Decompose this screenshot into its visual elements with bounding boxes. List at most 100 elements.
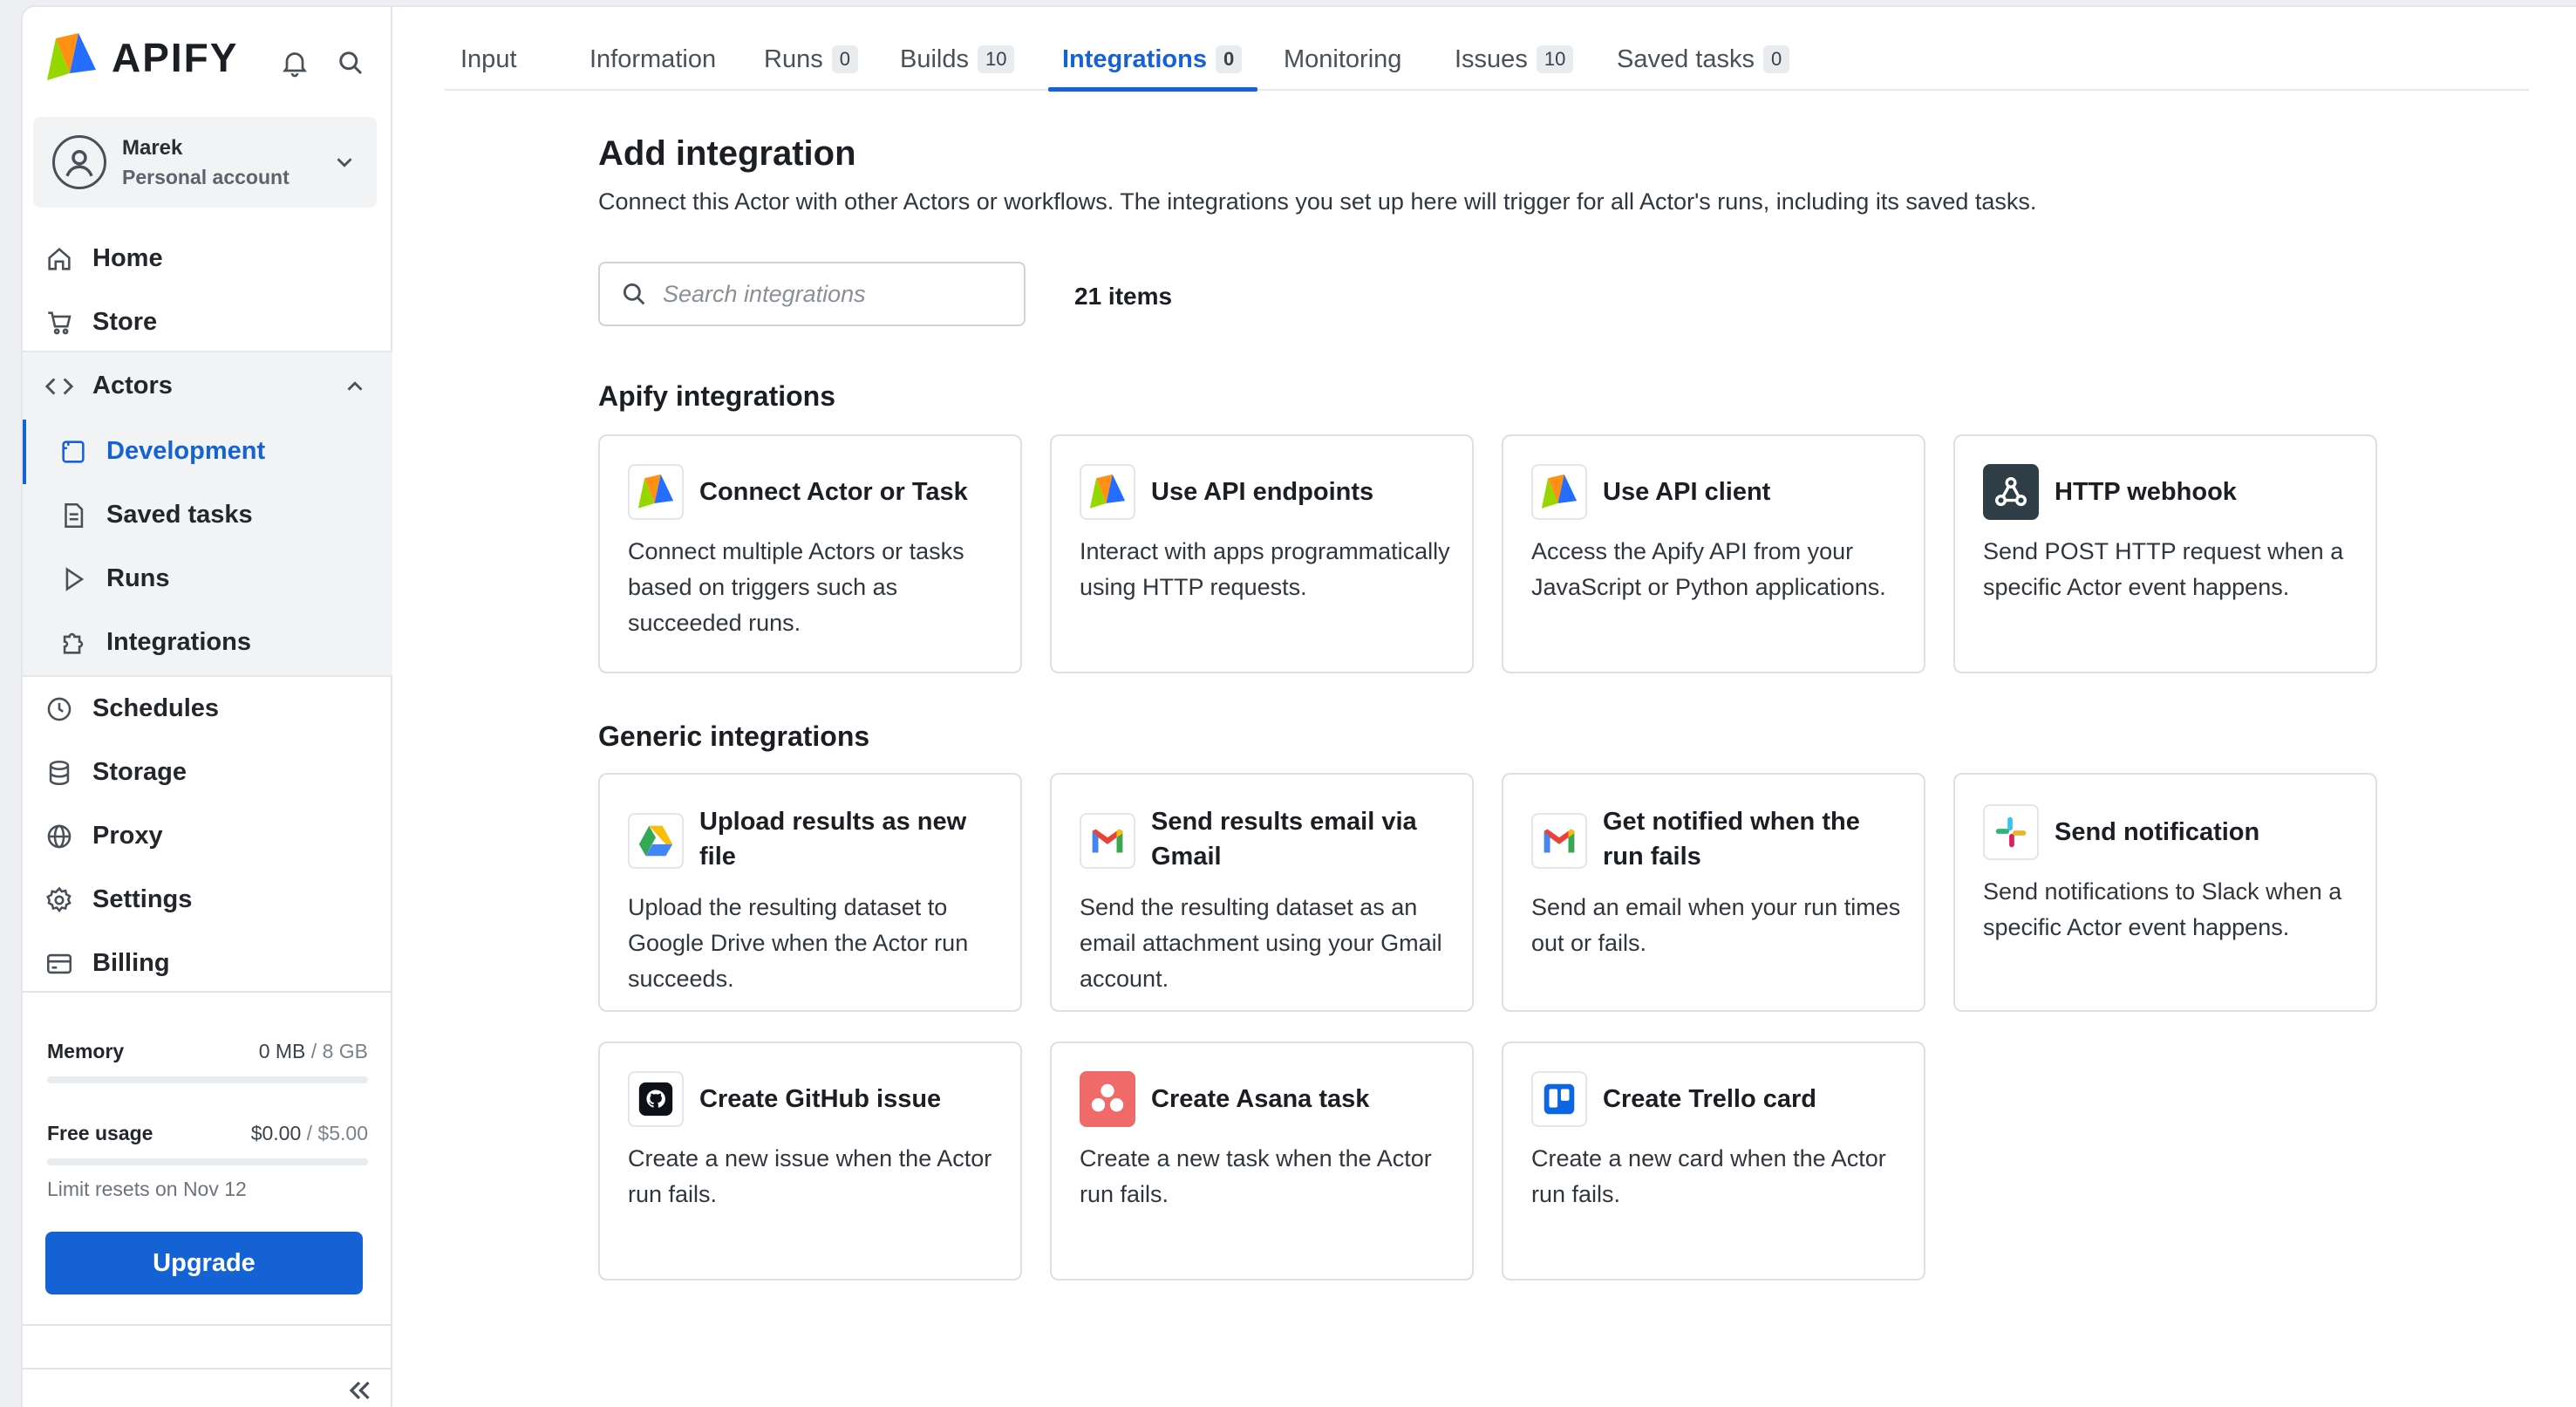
- document-icon: [58, 500, 89, 531]
- card-description: Create a new task when the Actor run fai…: [1080, 1145, 1432, 1207]
- gear-icon: [44, 884, 75, 916]
- tab-saved-tasks[interactable]: Saved tasks 0: [1617, 33, 1790, 85]
- brand-name: APIFY: [112, 35, 239, 80]
- integration-card-api-endpoints[interactable]: Use API endpoints Interact with apps pro…: [1050, 434, 1474, 673]
- integration-card-connect-actor[interactable]: Connect Actor or Task Connect multiple A…: [598, 434, 1022, 673]
- integration-card-api-client[interactable]: Use API client Access the Apify API from…: [1502, 434, 1925, 673]
- search-placeholder: Search integrations: [663, 280, 866, 307]
- card-description: Send notifications to Slack when a speci…: [1983, 878, 2342, 940]
- memory-row: Memory 0 MB / 8 GB: [47, 1040, 368, 1063]
- integration-card-http-webhook[interactable]: HTTP webhook Send POST HTTP request when…: [1953, 434, 2377, 673]
- integration-card-google-drive[interactable]: Upload results as new file Upload the re…: [598, 773, 1022, 1012]
- tab-input[interactable]: Input: [460, 33, 517, 85]
- page-title: Add integration: [598, 134, 856, 173]
- free-usage-used: $0.00: [250, 1122, 302, 1144]
- account-switcher[interactable]: Marek Personal account: [33, 117, 377, 208]
- tab-issues[interactable]: Issues 10: [1455, 33, 1574, 85]
- tab-count-badge: 10: [1536, 45, 1574, 73]
- free-usage-row: Free usage $0.00 / $5.00: [47, 1122, 368, 1145]
- integration-card-github[interactable]: Create GitHub issue Create a new issue w…: [598, 1042, 1022, 1281]
- nav-item-runs[interactable]: Runs: [23, 547, 392, 611]
- asana-icon: [1080, 1071, 1135, 1127]
- integration-card-slack[interactable]: Send notification Send notifications to …: [1953, 773, 2377, 1012]
- card-description: Upload the resulting dataset to Google D…: [628, 894, 969, 992]
- bell-icon[interactable]: [277, 45, 312, 80]
- trello-icon: [1531, 1071, 1587, 1127]
- sidebar: APIFY Marek Personal account Home Store …: [23, 7, 392, 1407]
- apify-logo-icon: [628, 464, 684, 520]
- card-title: Upload results as new file: [699, 808, 967, 871]
- tab-runs[interactable]: Runs 0: [764, 33, 858, 85]
- active-tab-indicator: [1048, 87, 1257, 92]
- integration-card-gmail-results[interactable]: Send results email via Gmail Send the re…: [1050, 773, 1474, 1012]
- free-usage-label: Free usage: [47, 1122, 153, 1144]
- code-icon: [44, 371, 75, 402]
- card-description: Interact with apps programmatically usin…: [1080, 538, 1450, 600]
- database-icon: [44, 757, 75, 789]
- integration-card-trello[interactable]: Create Trello card Create a new card whe…: [1502, 1042, 1925, 1281]
- nav-item-integrations[interactable]: Integrations: [23, 611, 392, 674]
- memory-label: Memory: [47, 1040, 125, 1062]
- nav-item-settings[interactable]: Settings: [23, 868, 392, 932]
- nav-item-storage[interactable]: Storage: [23, 741, 392, 804]
- upgrade-button[interactable]: Upgrade: [45, 1232, 363, 1294]
- account-type: Personal account: [122, 165, 290, 188]
- development-icon: [58, 436, 89, 468]
- nav-item-development[interactable]: Development: [23, 420, 392, 483]
- tab-count-badge: 0: [1215, 45, 1243, 73]
- card-description: Create a new card when the Actor run fai…: [1531, 1145, 1886, 1207]
- tab-information[interactable]: Information: [589, 33, 716, 85]
- page-description: Connect this Actor with other Actors or …: [598, 188, 2037, 215]
- nav-item-store[interactable]: Store: [23, 290, 392, 354]
- tab-count-badge: 10: [978, 45, 1015, 73]
- tab-monitoring[interactable]: Monitoring: [1284, 33, 1401, 85]
- slack-icon: [1983, 804, 2039, 860]
- integration-card-gmail-notify[interactable]: Get notified when the run fails Send an …: [1502, 773, 1925, 1012]
- nav-item-actors[interactable]: Actors: [23, 354, 392, 418]
- google-drive-icon: [628, 813, 684, 869]
- github-icon: [628, 1071, 684, 1127]
- brand[interactable]: APIFY: [44, 31, 238, 84]
- divider: [23, 1324, 392, 1326]
- nav-item-proxy[interactable]: Proxy: [23, 804, 392, 868]
- card-title: HTTP webhook: [2055, 478, 2237, 506]
- gmail-icon: [1531, 813, 1587, 869]
- card-title: Connect Actor or Task: [699, 478, 968, 506]
- nav-item-saved-tasks[interactable]: Saved tasks: [23, 483, 392, 547]
- tab-integrations[interactable]: Integrations 0: [1062, 33, 1243, 85]
- card-description: Create a new issue when the Actor run fa…: [628, 1145, 992, 1207]
- collapse-sidebar-icon[interactable]: [344, 1375, 375, 1406]
- search-icon[interactable]: [333, 45, 368, 80]
- memory-used: 0 MB: [258, 1040, 306, 1062]
- main-content: Input Information Runs 0 Builds 10 Integra…: [392, 7, 2576, 1407]
- card-title: Send results email via Gmail: [1151, 808, 1417, 871]
- gmail-icon: [1080, 813, 1135, 869]
- chevron-up-icon: [347, 380, 363, 391]
- clock-icon: [44, 693, 75, 725]
- home-icon: [44, 243, 75, 275]
- section-title-apify: Apify integrations: [598, 380, 836, 412]
- integration-card-asana[interactable]: Create Asana task Create a new task when…: [1050, 1042, 1474, 1281]
- free-usage-bar: [47, 1158, 368, 1165]
- search-integrations-input[interactable]: Search integrations: [598, 262, 1026, 326]
- card-title: Create GitHub issue: [699, 1085, 942, 1113]
- tab-builds[interactable]: Builds 10: [900, 33, 1015, 85]
- usage-panel: [23, 991, 392, 993]
- items-count: 21 items: [1074, 283, 1173, 310]
- nav-item-home[interactable]: Home: [23, 227, 392, 290]
- section-title-generic: Generic integrations: [598, 721, 870, 752]
- card-title: Use API client: [1603, 478, 1771, 506]
- nav-item-billing[interactable]: Billing: [23, 932, 392, 995]
- puzzle-icon: [58, 627, 89, 659]
- card-description: Access the Apify API from your JavaScrip…: [1531, 538, 1886, 600]
- app-window: APIFY Marek Personal account Home Store …: [23, 7, 2576, 1407]
- card-title: Get notified when the run fails: [1603, 808, 1860, 871]
- tab-count-badge: 0: [831, 45, 858, 73]
- memory-total: / 8 GB: [310, 1040, 368, 1062]
- play-icon: [58, 563, 89, 595]
- webhook-icon: [1983, 464, 2039, 520]
- apify-logo-icon: [1080, 464, 1135, 520]
- nav-item-schedules[interactable]: Schedules: [23, 677, 392, 741]
- apify-logo-icon: [1531, 464, 1587, 520]
- credit-card-icon: [44, 948, 75, 980]
